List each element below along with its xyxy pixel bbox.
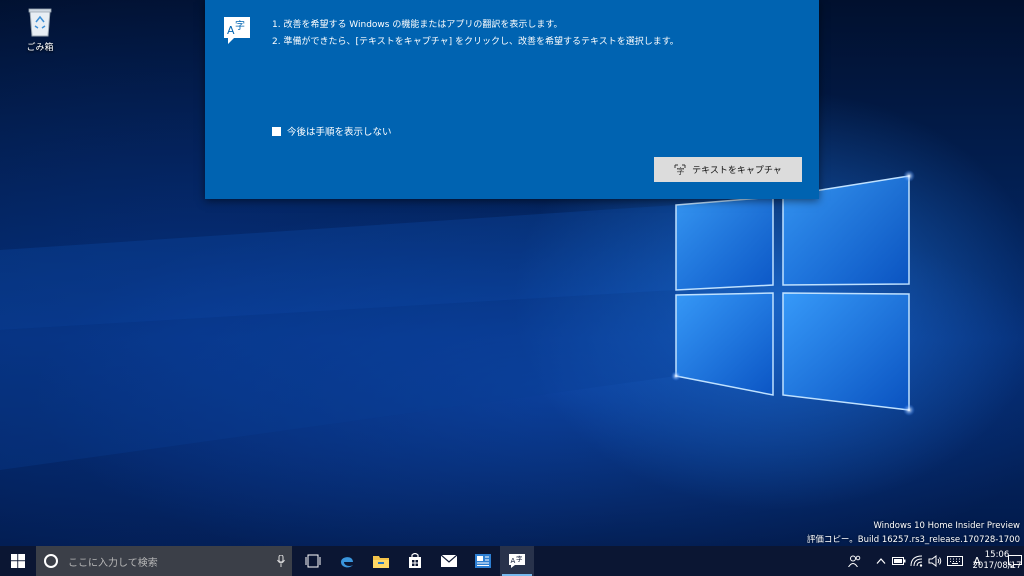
svg-text:A: A (227, 24, 235, 37)
svg-text:A: A (511, 557, 516, 565)
people-button[interactable] (846, 546, 864, 576)
news-icon (475, 554, 491, 568)
svg-text:字: 字 (235, 19, 245, 32)
action-center-button[interactable] (1006, 546, 1024, 576)
instruction-steps: 1. 改善を希望する Windows の機能またはアプリの翻訳を表示します。 2… (272, 17, 679, 51)
recycle-bin-label: ごみ箱 (26, 43, 54, 53)
translator-icon: A 字 (224, 17, 250, 44)
taskbar-file-explorer[interactable] (364, 546, 398, 576)
taskbar-mail[interactable] (432, 546, 466, 576)
translator-icon: A 字 (509, 554, 525, 568)
file-explorer-icon (373, 556, 389, 568)
task-view-icon (305, 554, 321, 568)
build-watermark: Windows 10 Home Insider Preview 評価コピー。Bu… (807, 519, 1020, 547)
svg-text:字: 字 (677, 166, 685, 176)
volume-icon (928, 555, 942, 567)
task-view-button[interactable] (296, 546, 330, 576)
recycle-bin[interactable]: ごみ箱 (14, 6, 66, 58)
capture-icon: 字 (674, 164, 686, 176)
taskbar: ここに入力して検索 A 字 A 15:06 2017/08/17 (0, 546, 1024, 576)
watermark-edition: Windows 10 Home Insider Preview (873, 521, 1020, 531)
taskbar-translator[interactable]: A 字 (500, 546, 534, 576)
mail-icon (441, 555, 457, 567)
recycle-bin-icon (28, 8, 52, 37)
notification-icon (1008, 554, 1022, 568)
dont-show-again-option[interactable]: 今後は手順を表示しない (272, 124, 392, 138)
edge-icon (341, 557, 353, 568)
clock[interactable]: 15:06 2017/08/17 (973, 546, 1022, 576)
capture-text-button-label: テキストをキャプチャ (692, 166, 782, 176)
keyboard-icon (947, 556, 963, 566)
capture-text-button[interactable]: 字 テキストをキャプチャ (654, 157, 802, 182)
people-icon (848, 555, 861, 567)
dont-show-again-label: 今後は手順を表示しない (287, 127, 392, 138)
volume-button[interactable] (926, 546, 944, 576)
battery-icon (892, 557, 906, 565)
microphone-icon[interactable] (270, 546, 292, 576)
store-icon (409, 553, 421, 568)
watermark-build: 評価コピー。Build 16257.rs3_release.170728-170… (806, 535, 1020, 545)
taskbar-store[interactable] (398, 546, 432, 576)
show-hidden-icons-button[interactable] (872, 546, 890, 576)
battery-button[interactable] (890, 546, 908, 576)
search-box[interactable]: ここに入力して検索 (36, 546, 292, 576)
touch-keyboard-button[interactable] (944, 546, 966, 576)
svg-text:字: 字 (516, 554, 523, 563)
translator-panel: A 字 1. 改善を希望する Windows の機能またはアプリの翻訳を表示しま… (205, 0, 819, 199)
start-button[interactable] (0, 546, 36, 576)
instruction-step-2: 2. 準備ができたら、[テキストをキャプチャ] をクリックし、改善を希望するテキ… (272, 37, 679, 47)
chevron-up-icon (876, 558, 886, 564)
dont-show-again-checkbox[interactable] (272, 126, 281, 136)
taskbar-edge[interactable] (330, 546, 364, 576)
windows-start-icon (11, 554, 25, 568)
instruction-step-1: 1. 改善を希望する Windows の機能またはアプリの翻訳を表示します。 (272, 20, 563, 30)
cortana-icon (44, 554, 58, 568)
wifi-icon (910, 555, 923, 567)
taskbar-news[interactable] (466, 546, 500, 576)
network-button[interactable] (908, 546, 926, 576)
search-placeholder: ここに入力して検索 (68, 557, 158, 569)
system-tray: A 15:06 2017/08/17 (846, 546, 1024, 576)
